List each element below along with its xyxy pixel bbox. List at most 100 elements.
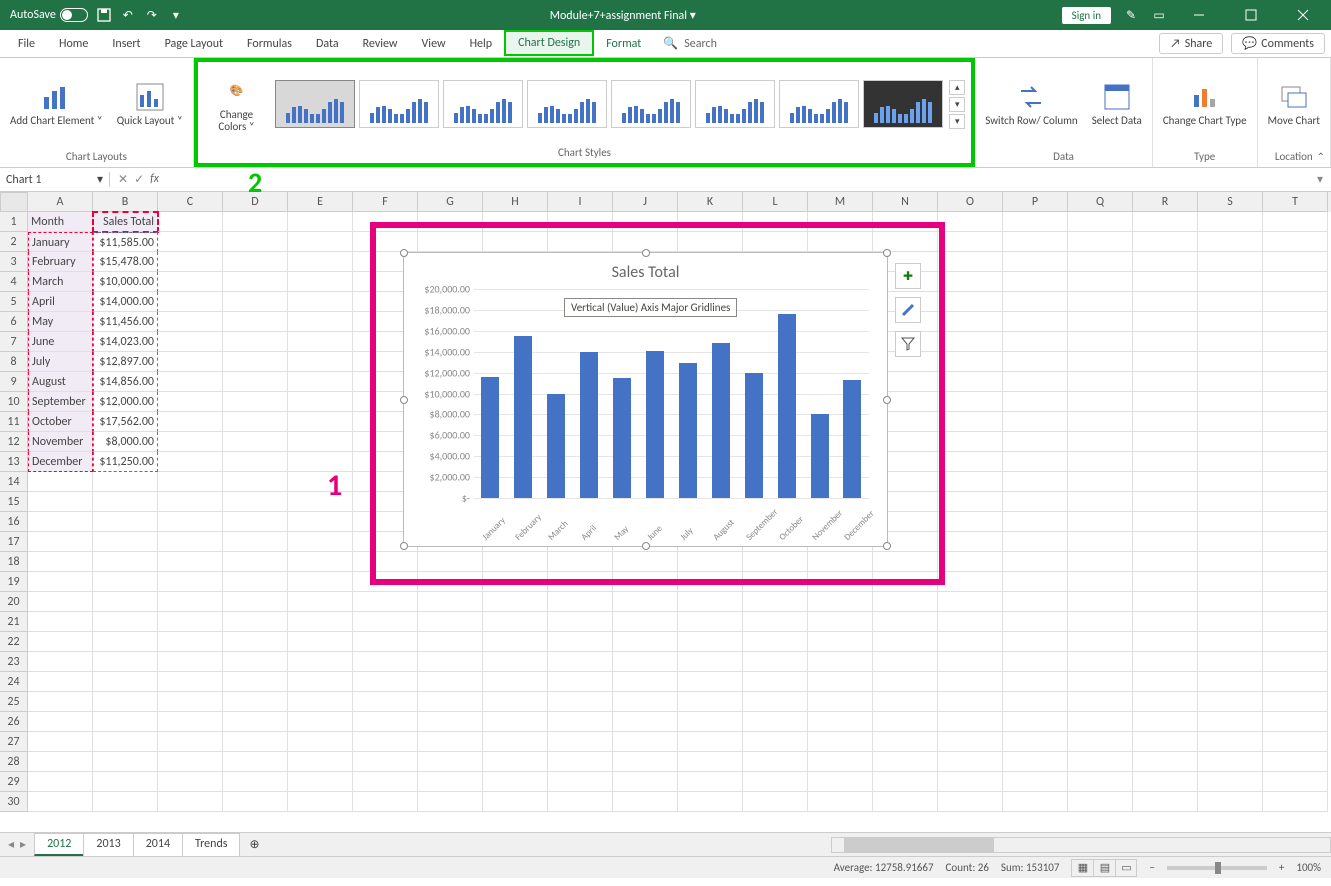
cell[interactable] [1133, 792, 1198, 812]
cell[interactable] [483, 552, 548, 572]
cell[interactable]: August [28, 372, 93, 392]
cell[interactable] [158, 532, 223, 552]
cell[interactable] [158, 492, 223, 512]
cell[interactable] [1198, 432, 1263, 452]
cell[interactable] [1198, 672, 1263, 692]
cell[interactable] [1263, 592, 1328, 612]
cell[interactable] [1003, 352, 1068, 372]
cell[interactable] [288, 252, 353, 272]
cell[interactable] [743, 552, 808, 572]
add-chart-element-button[interactable]: Add Chart Element ˅ [6, 77, 107, 131]
cell[interactable] [808, 552, 873, 572]
cell[interactable] [938, 532, 1003, 552]
row-header[interactable]: 9 [0, 372, 28, 392]
cell[interactable] [1198, 532, 1263, 552]
cell[interactable] [1198, 632, 1263, 652]
cell[interactable] [1263, 752, 1328, 772]
cell[interactable] [223, 212, 288, 232]
cell[interactable] [288, 612, 353, 632]
cell[interactable] [678, 792, 743, 812]
cell[interactable] [93, 712, 158, 732]
cell[interactable] [223, 792, 288, 812]
cell[interactable] [548, 712, 613, 732]
resize-handle[interactable] [642, 249, 650, 257]
cell[interactable] [1263, 412, 1328, 432]
cell[interactable] [288, 392, 353, 412]
cell[interactable] [678, 232, 743, 252]
cell[interactable] [483, 672, 548, 692]
cell[interactable] [223, 652, 288, 672]
chart-filter-button[interactable] [895, 331, 921, 357]
cell[interactable] [1003, 572, 1068, 592]
change-chart-type-button[interactable]: Change Chart Type [1159, 77, 1251, 131]
cell[interactable] [613, 572, 678, 592]
cell[interactable] [1003, 432, 1068, 452]
cell[interactable] [938, 452, 1003, 472]
cell[interactable] [938, 612, 1003, 632]
cell[interactable] [1133, 752, 1198, 772]
cell[interactable] [1198, 492, 1263, 512]
cell[interactable] [288, 232, 353, 252]
cell[interactable] [808, 232, 873, 252]
cell[interactable] [483, 772, 548, 792]
cell[interactable] [938, 352, 1003, 372]
column-header[interactable]: C [158, 192, 223, 212]
column-header[interactable]: T [1263, 192, 1328, 212]
cancel-formula-icon[interactable]: ✕ [118, 172, 128, 187]
cell[interactable] [1068, 212, 1133, 232]
cell[interactable] [938, 752, 1003, 772]
cell[interactable] [613, 692, 678, 712]
cell[interactable] [938, 552, 1003, 572]
cell[interactable] [548, 652, 613, 672]
cell[interactable] [1263, 292, 1328, 312]
autosave-toggle[interactable]: AutoSave [10, 8, 88, 22]
cell[interactable] [223, 272, 288, 292]
cell[interactable] [158, 672, 223, 692]
cell[interactable] [28, 652, 93, 672]
cell[interactable] [1003, 792, 1068, 812]
cell[interactable] [288, 312, 353, 332]
cell[interactable] [548, 772, 613, 792]
cell[interactable] [1003, 552, 1068, 572]
cell[interactable] [158, 452, 223, 472]
cell[interactable] [1198, 612, 1263, 632]
cell[interactable] [678, 612, 743, 632]
cell[interactable] [1133, 392, 1198, 412]
cell[interactable]: May [28, 312, 93, 332]
cell[interactable] [288, 572, 353, 592]
cell[interactable] [223, 752, 288, 772]
cell[interactable] [1003, 772, 1068, 792]
row-header[interactable]: 5 [0, 292, 28, 312]
chart-bar[interactable] [811, 414, 829, 498]
column-header[interactable]: F [353, 192, 418, 212]
cell[interactable] [1133, 312, 1198, 332]
styles-down-icon[interactable]: ▾ [949, 97, 965, 112]
cell[interactable] [1263, 552, 1328, 572]
cell[interactable]: $12,000.00 [93, 392, 158, 412]
cell[interactable] [1263, 432, 1328, 452]
cell[interactable] [613, 672, 678, 692]
cell[interactable] [938, 792, 1003, 812]
cell[interactable] [1133, 372, 1198, 392]
cell[interactable] [288, 472, 353, 492]
cell[interactable] [873, 672, 938, 692]
tab-format[interactable]: Format [594, 33, 653, 55]
cell[interactable] [1133, 512, 1198, 532]
cell[interactable] [548, 752, 613, 772]
cell[interactable] [1068, 452, 1133, 472]
cell[interactable] [418, 572, 483, 592]
cell[interactable] [158, 272, 223, 292]
cell[interactable] [223, 472, 288, 492]
row-header[interactable]: 16 [0, 512, 28, 532]
cell[interactable] [938, 492, 1003, 512]
cell[interactable] [288, 632, 353, 652]
cell[interactable] [548, 212, 613, 232]
column-header[interactable]: R [1133, 192, 1198, 212]
cell[interactable]: $15,478.00 [93, 252, 158, 272]
qat-dropdown-icon[interactable]: ▾ [168, 7, 184, 23]
cell[interactable] [1198, 472, 1263, 492]
cell[interactable] [938, 232, 1003, 252]
cell[interactable] [223, 552, 288, 572]
cell[interactable] [1068, 612, 1133, 632]
column-header[interactable]: E [288, 192, 353, 212]
